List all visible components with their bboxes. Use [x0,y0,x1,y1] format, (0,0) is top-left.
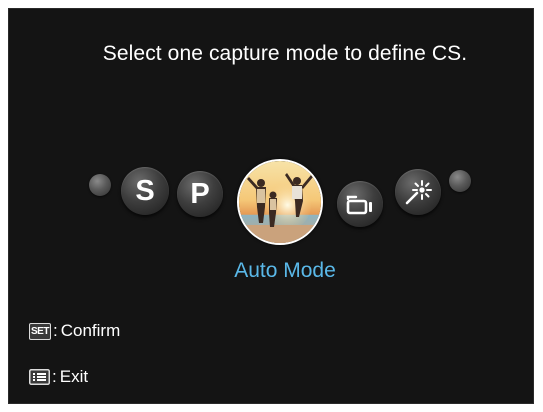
exit-label: Exit [59,367,89,386]
exit-hint: : Exit [29,367,88,387]
mode-carousel: S P [9,9,533,403]
carousel-right-dot [449,170,471,192]
carousel-left-dot [89,174,111,196]
mode-p-label: P [190,177,210,210]
magic-wand-icon [405,180,432,205]
confirm-label: Confirm [60,321,121,340]
mode-scene-button[interactable] [395,169,441,215]
confirm-separator: : [53,321,58,340]
mode-s-button[interactable]: S [121,167,169,215]
mode-video-button[interactable] [337,181,383,227]
menu-icon[interactable] [29,369,50,385]
auto-photo-icon [239,161,321,243]
mode-auto-button[interactable] [237,159,323,245]
selected-mode-label: Auto Mode [234,259,336,282]
confirm-hint: SET : Confirm [29,321,120,341]
exit-separator: : [52,367,57,386]
camera-screen: Select one capture mode to define CS. S … [8,8,534,404]
mode-s-label: S [135,174,155,207]
mode-p-button[interactable]: P [177,171,223,217]
set-key-icon[interactable]: SET [29,322,51,340]
video-camera-icon [346,195,372,215]
